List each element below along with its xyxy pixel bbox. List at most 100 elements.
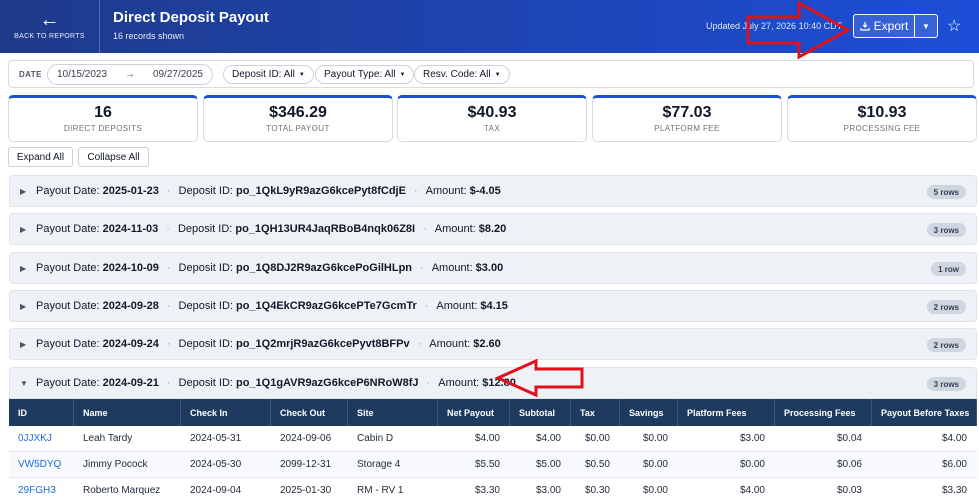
table-row: 0JJXKJ Leah Tardy 2024-05-31 2024-09-06 … [9, 426, 977, 452]
collapse-triangle-icon[interactable]: ▼ [20, 379, 30, 388]
deposit-id-filter[interactable]: Deposit ID: All ▼ [223, 65, 314, 84]
row-count-badge: 2 rows [926, 300, 966, 314]
expand-triangle-icon[interactable]: ▶ [20, 187, 30, 196]
payout-group-row-expanded[interactable]: ▼ Payout Date: 2024-09-21 · Deposit ID: po… [9, 367, 977, 399]
payout-date: 2024-09-21 [102, 377, 159, 389]
payout-date: 2024-09-28 [102, 300, 159, 312]
payout-group-row[interactable]: ▶ Payout Date: 2025-01-23 · Deposit ID: po… [9, 175, 977, 207]
stat-card-total-payout: $346.29 TOTAL PAYOUT [203, 95, 393, 142]
cell-check-in: 2024-05-31 [190, 433, 242, 444]
caret-down-icon: ▼ [298, 71, 305, 78]
expand-triangle-icon[interactable]: ▶ [20, 225, 30, 234]
amount-label: Amount: [434, 223, 476, 235]
payout-date: 2024-10-09 [102, 262, 159, 274]
cell-check-in: 2024-05-30 [190, 459, 242, 470]
amount: $2.60 [473, 338, 501, 350]
cell-platform-fees: $3.00 [739, 433, 765, 444]
column-header-platform-fees[interactable]: Platform Fees [678, 399, 775, 426]
collapse-all-button[interactable]: Collapse All [78, 147, 149, 167]
cell-net-payout: $3.30 [474, 485, 500, 496]
payout-group-row[interactable]: ▶ Payout Date: 2024-10-09 · Deposit ID: po… [9, 252, 977, 284]
column-header-payout-before-taxes[interactable]: Payout Before Taxes [872, 399, 977, 426]
date-filter-label: DATE [19, 70, 42, 79]
expand-triangle-icon[interactable]: ▶ [20, 340, 30, 349]
stat-label: PLATFORM FEE [654, 124, 720, 133]
column-header-check-in[interactable]: Check In [181, 399, 271, 426]
separator: · [166, 262, 171, 274]
resv-code-filter-label: Resv. Code: All [423, 69, 491, 80]
cell-processing-fees: $0.04 [836, 433, 862, 444]
download-icon [860, 22, 870, 31]
deposit-id: po_1Q8DJ2R9azG6kcePoGilHLpn [235, 262, 413, 274]
cell-platform-fees: $0.00 [739, 459, 765, 470]
back-label: BACK TO REPORTS [14, 33, 85, 40]
filter-bar: DATE 10/15/2023 → 09/27/2025 Deposit ID:… [8, 60, 974, 88]
payout-type-filter-label: Payout Type: All [324, 69, 396, 80]
annotation-arrow-expanded-group-icon [494, 358, 584, 398]
deposit-id-label: Deposit ID: [178, 300, 233, 312]
annotation-arrow-export-icon [746, 0, 852, 60]
payout-type-filter[interactable]: Payout Type: All ▼ [315, 65, 415, 84]
column-header-check-out[interactable]: Check Out [271, 399, 348, 426]
date-range-picker[interactable]: 10/15/2023 → 09/27/2025 [47, 64, 213, 85]
reservation-id-link[interactable]: 0JJXKJ [9, 426, 74, 451]
caret-down-icon: ▼ [399, 71, 406, 78]
column-header-subtotal[interactable]: Subtotal [510, 399, 571, 426]
expand-triangle-icon[interactable]: ▶ [20, 302, 30, 311]
payout-group-row[interactable]: ▶ Payout Date: 2024-09-24 · Deposit ID: po… [9, 328, 977, 360]
deposit-id: po_1Q2mrjR9azG6kcePyvt8BFPv [235, 338, 410, 350]
arrow-right-icon: → [124, 69, 135, 80]
payout-group-row[interactable]: ▶ Payout Date: 2024-11-03 · Deposit ID: po… [9, 213, 977, 245]
export-button[interactable]: Export [854, 15, 915, 37]
export-label: Export [873, 19, 909, 33]
export-dropdown-toggle[interactable]: ▼ [915, 15, 937, 37]
table-header: ID Name Check In Check Out Site Net Payo… [9, 399, 977, 426]
expand-all-button[interactable]: Expand All [8, 147, 73, 167]
column-header-name[interactable]: Name [74, 399, 181, 426]
cell-payout-before-taxes: $4.00 [941, 433, 967, 444]
cell-site: Cabin D [357, 433, 394, 444]
stat-card-direct-deposits: 16 DIRECT DEPOSITS [8, 95, 198, 142]
cell-payout-before-taxes: $6.00 [941, 459, 967, 470]
stat-card-tax: $40.93 TAX [397, 95, 587, 142]
records-count: 16 records shown [113, 31, 185, 41]
deposit-id-label: Deposit ID: [178, 185, 233, 197]
deposit-id: po_1Q4EkCR9azG6kcePTe7GcmTr [235, 300, 417, 312]
cell-check-out: 2024-09-06 [280, 433, 332, 444]
deposit-id: po_1Q1gAVR9azG6kceP6NRoW8fJ [235, 377, 419, 389]
column-header-savings[interactable]: Savings [620, 399, 678, 426]
favorite-star-icon[interactable]: ☆ [947, 16, 961, 36]
cell-subtotal: $4.00 [535, 433, 561, 444]
payout-date: 2024-09-24 [102, 338, 159, 350]
cell-tax: $0.00 [584, 433, 610, 444]
cell-savings: $0.00 [642, 459, 668, 470]
amount: $4.15 [480, 300, 508, 312]
reservation-id-link[interactable]: 29FGH3 [9, 478, 74, 501]
payout-date-label: Payout Date: [36, 300, 100, 312]
column-header-site[interactable]: Site [348, 399, 438, 426]
table-row: VW5DYQ Jimmy Pocock 2024-05-30 2099-12-3… [9, 452, 977, 478]
column-header-id[interactable]: ID [9, 399, 74, 426]
expand-triangle-icon[interactable]: ▶ [20, 264, 30, 273]
row-count-badge: 2 rows [926, 338, 966, 352]
cell-check-out: 2025-01-30 [280, 485, 332, 496]
export-button-group: Export ▼ [853, 14, 938, 38]
payout-group-row[interactable]: ▶ Payout Date: 2024-09-28 · Deposit ID: po… [9, 290, 977, 322]
payout-date-label: Payout Date: [36, 377, 100, 389]
reservation-id-link[interactable]: VW5DYQ [9, 452, 74, 477]
page-title: Direct Deposit Payout [113, 9, 269, 26]
column-header-processing-fees[interactable]: Processing Fees [775, 399, 872, 426]
arrow-left-icon: ← [39, 9, 60, 31]
stat-value: 16 [94, 104, 112, 121]
resv-code-filter[interactable]: Resv. Code: All ▼ [414, 65, 510, 84]
payout-date-label: Payout Date: [36, 262, 100, 274]
column-header-net-payout[interactable]: Net Payout [438, 399, 510, 426]
caret-down-icon: ▼ [922, 21, 930, 31]
column-header-tax[interactable]: Tax [571, 399, 620, 426]
amount: $-4.05 [469, 185, 501, 197]
back-to-reports-button[interactable]: ← BACK TO REPORTS [0, 0, 100, 53]
payout-date: 2025-01-23 [102, 185, 159, 197]
payout-date-label: Payout Date: [36, 338, 100, 350]
cell-subtotal: $5.00 [535, 459, 561, 470]
payout-date-label: Payout Date: [36, 185, 100, 197]
